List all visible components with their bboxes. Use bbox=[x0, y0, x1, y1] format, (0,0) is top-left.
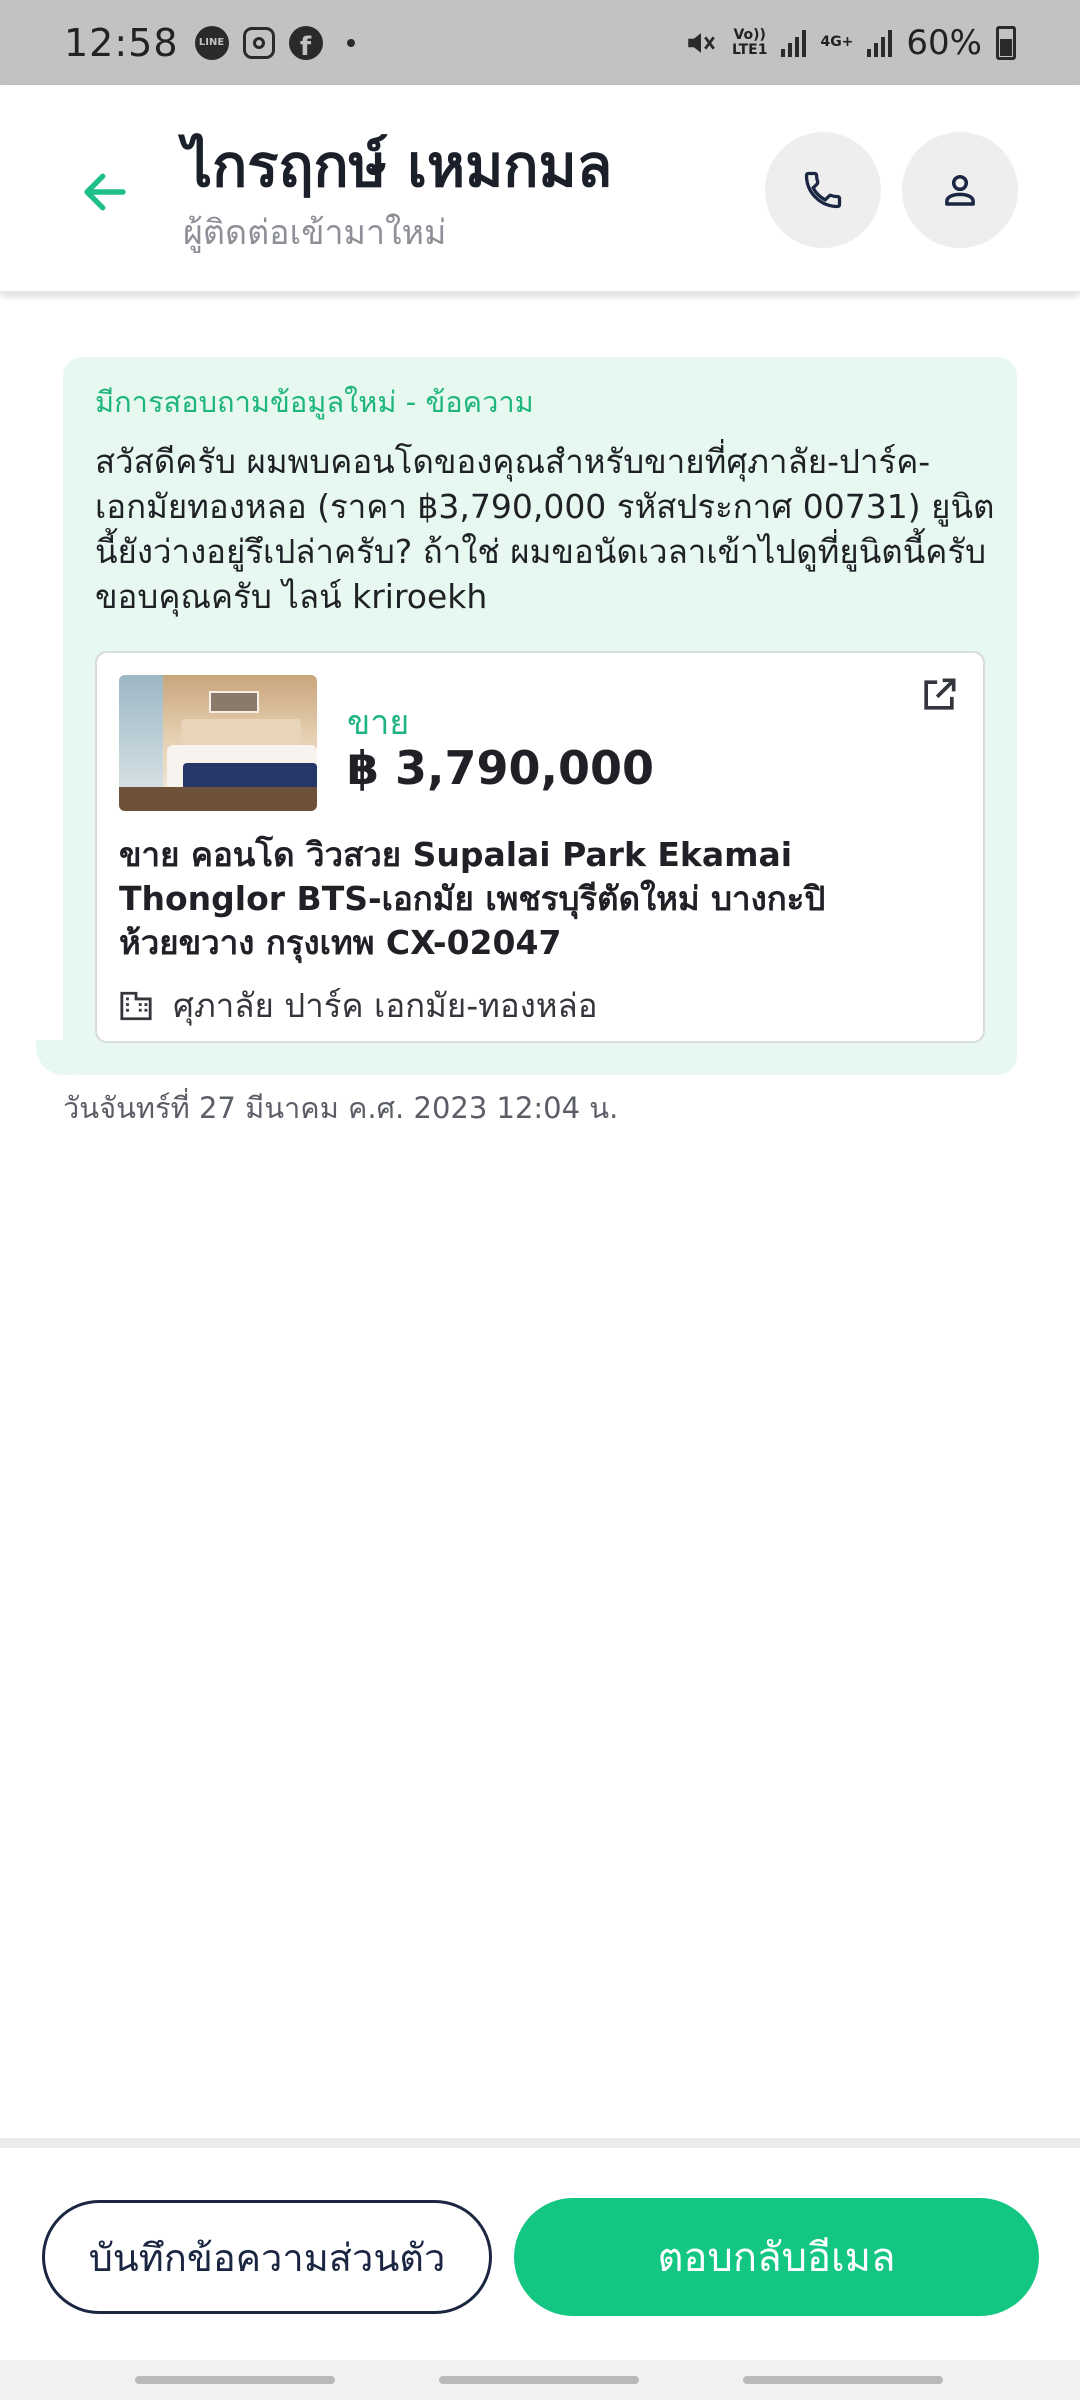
listing-title: ขาย คอนโด วิวสวย Supalai Park Ekamai Tho… bbox=[119, 835, 826, 962]
system-status-icons: Vo)) LTE1 4G+ 60% bbox=[684, 23, 1016, 63]
message-type-label: มีการสอบถามข้อมูลใหม่ - ข้อความ bbox=[95, 385, 534, 419]
nav-home[interactable] bbox=[439, 2376, 639, 2384]
building-icon bbox=[120, 991, 152, 1020]
message-text: สวัสดีครับ ผมพบคอนโดของคุณสำหรับขายที่ศุ… bbox=[95, 442, 995, 616]
instagram-icon bbox=[242, 26, 275, 59]
bottom-divider bbox=[0, 2138, 1080, 2148]
status-time: 12:58 bbox=[64, 20, 179, 65]
listing-building: ศุภาลัย ปาร์ค เอกมัย-ทองหล่อ bbox=[119, 979, 598, 1032]
battery-percent: 60% bbox=[906, 22, 982, 63]
message-timestamp: วันจันทร์ที่ 27 มีนาคม ค.ศ. 2023 12:04 น… bbox=[63, 1091, 619, 1125]
listing-price: ฿ 3,790,000 bbox=[347, 741, 655, 795]
contact-icon bbox=[945, 174, 975, 206]
nav-back[interactable] bbox=[743, 2376, 943, 2384]
contact-name: ไกรฤกษ์ เหมกมล bbox=[183, 132, 613, 200]
system-navigation-bar bbox=[0, 2360, 1080, 2400]
contact-profile-button[interactable] bbox=[902, 132, 1018, 248]
private-note-button[interactable]: บันทึกข้อความส่วนตัว bbox=[42, 2200, 492, 2314]
listing-thumbnail bbox=[119, 675, 317, 811]
network-type: 4G+ bbox=[820, 34, 854, 50]
signal-1-icon bbox=[781, 29, 807, 57]
call-button[interactable] bbox=[765, 132, 881, 248]
volte-indicator: Vo)) LTE1 bbox=[731, 26, 768, 58]
status-bar: 12:58 LINE f Vo)) LTE1 4G+ 60% bbox=[0, 0, 1080, 85]
building-name: ศุภาลัย ปาร์ค เอกมัย-ทองหล่อ bbox=[173, 986, 598, 1025]
back-arrow-icon[interactable] bbox=[78, 165, 132, 219]
listing-card[interactable]: ขาย ฿ 3,790,000 ขาย คอนโด วิวสวย Supalai… bbox=[95, 651, 985, 1043]
conversation-header: ไกรฤกษ์ เหมกมล ผู้ติดต่อเข้ามาใหม่ bbox=[0, 85, 1080, 293]
reply-email-button[interactable]: ตอบกลับอีเมล bbox=[514, 2198, 1039, 2316]
battery-icon bbox=[996, 25, 1016, 60]
contact-status: ผู้ติดต่อเข้ามาใหม่ bbox=[183, 213, 447, 253]
line-app-icon: LINE bbox=[194, 25, 229, 60]
action-bar: บันทึกข้อความส่วนตัว ตอบกลับอีเมล bbox=[0, 2148, 1080, 2360]
facebook-icon: f bbox=[288, 25, 323, 60]
message-bubble: มีการสอบถามข้อมูลใหม่ - ข้อความ สวัสดีคร… bbox=[63, 357, 1017, 1075]
notification-icons: LINE f bbox=[194, 25, 355, 60]
signal-2-icon bbox=[867, 29, 893, 57]
volte-text: Vo)) bbox=[733, 26, 766, 43]
nav-recents[interactable] bbox=[135, 2376, 335, 2384]
more-notifications-dot-icon bbox=[346, 38, 355, 47]
lte-text: LTE1 bbox=[731, 41, 768, 58]
external-link-icon[interactable] bbox=[917, 673, 961, 717]
phone-icon bbox=[804, 171, 842, 209]
mute-icon bbox=[688, 32, 715, 53]
